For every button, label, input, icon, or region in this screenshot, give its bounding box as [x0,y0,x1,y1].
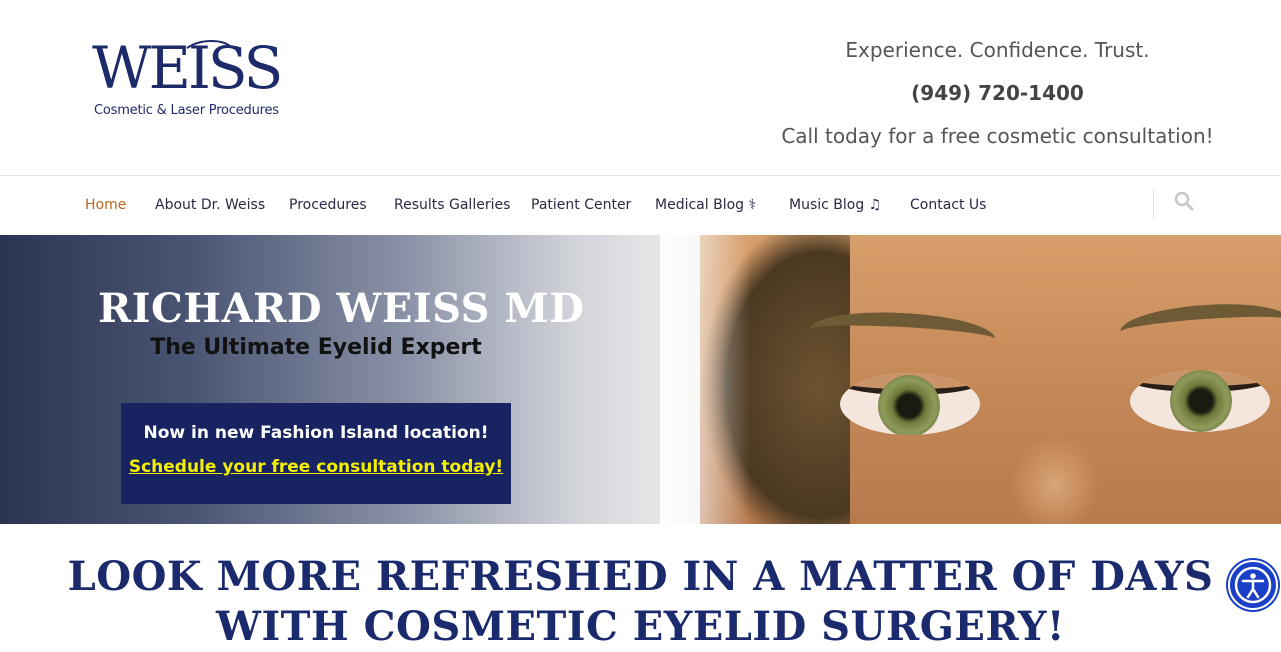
nav-about[interactable]: About Dr. Weiss [155,197,265,213]
hero-cta-box: Now in new Fashion Island location! Sche… [121,403,511,504]
nav-divider [1153,188,1154,220]
nav-patient-center[interactable]: Patient Center [531,197,631,213]
nav-procedures[interactable]: Procedures [289,197,367,213]
weiss-logo[interactable]: WEISS Cosmetic & Laser Procedures [92,38,292,124]
hero-fade [660,235,750,524]
main-headline: LOOK MORE REFRESHED IN A MATTER OF DAYS … [67,553,1214,650]
header-cta: Call today for a free cosmetic consultat… [781,124,1214,148]
site-header: WEISS Cosmetic & Laser Procedures Experi… [0,0,1281,175]
header-contact: Experience. Confidence. Trust. (949) 720… [760,36,1235,150]
right-eye [1130,370,1270,432]
logo-wordmark: WEISS [92,34,283,102]
header-tagline: Experience. Confidence. Trust. [845,38,1150,62]
nav-music-blog[interactable]: Music Blog ♫ [789,197,881,213]
nav-medical-blog[interactable]: Medical Blog ⚕ [655,197,756,213]
left-eye [840,373,980,435]
schedule-consultation-link[interactable]: Schedule your free consultation today! [129,457,503,477]
nav-contact-us[interactable]: Contact Us [910,197,986,213]
accessibility-icon [1234,566,1272,604]
accessibility-button[interactable] [1228,560,1278,610]
hero-title: RICHARD WEISS MD [98,285,585,332]
header-phone[interactable]: (949) 720-1400 [760,79,1235,107]
main-nav: Home About Dr. Weiss Procedures Results … [0,175,1281,236]
search-icon[interactable] [1174,191,1194,211]
hero-banner: RICHARD WEISS MD The Ultimate Eyelid Exp… [0,235,1281,524]
hero-subtitle: The Ultimate Eyelid Expert [150,335,482,360]
nav-results-galleries[interactable]: Results Galleries [394,197,510,213]
logo-subtitle: Cosmetic & Laser Procedures [94,103,279,118]
nav-home[interactable]: Home [85,197,126,213]
hero-nose [1010,435,1100,524]
hero-location-text: Now in new Fashion Island location! [143,423,489,443]
